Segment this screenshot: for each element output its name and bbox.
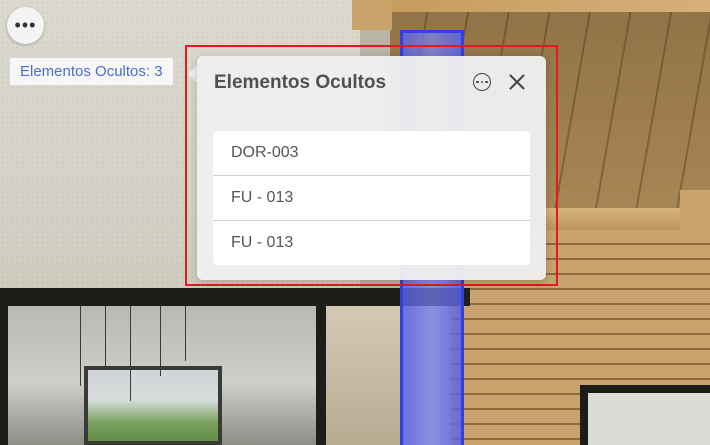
pendant-light [105,306,106,366]
wood-beam [352,0,710,12]
list-item[interactable]: FU - 013 [213,176,530,221]
wood-beam-post [352,0,392,30]
list-item[interactable]: FU - 013 [213,221,530,265]
steel-frame-left [0,300,8,445]
hidden-elements-list: DOR-003 FU - 013 FU - 013 [213,131,530,265]
panel-title: Elementos Ocultos [214,72,387,93]
pendant-light [130,306,131,401]
pendant-light [160,306,161,376]
hidden-elements-panel: Elementos Ocultos DOR-003 FU - 013 FU - … [197,56,546,280]
more-options-button[interactable]: ••• [7,7,44,44]
more-horizontal-icon: ••• [14,15,37,35]
window-frame [84,366,222,445]
steel-frame-middle [316,300,326,445]
list-item[interactable]: DOR-003 [213,131,530,176]
pendant-light [185,306,186,361]
door-opening [588,393,710,445]
pendant-light [80,306,81,386]
close-icon[interactable] [507,72,527,92]
hidden-elements-count[interactable]: Elementos Ocultos: 3 [9,57,174,86]
more-circle-icon[interactable] [473,73,491,91]
interior-room-right [326,306,400,445]
